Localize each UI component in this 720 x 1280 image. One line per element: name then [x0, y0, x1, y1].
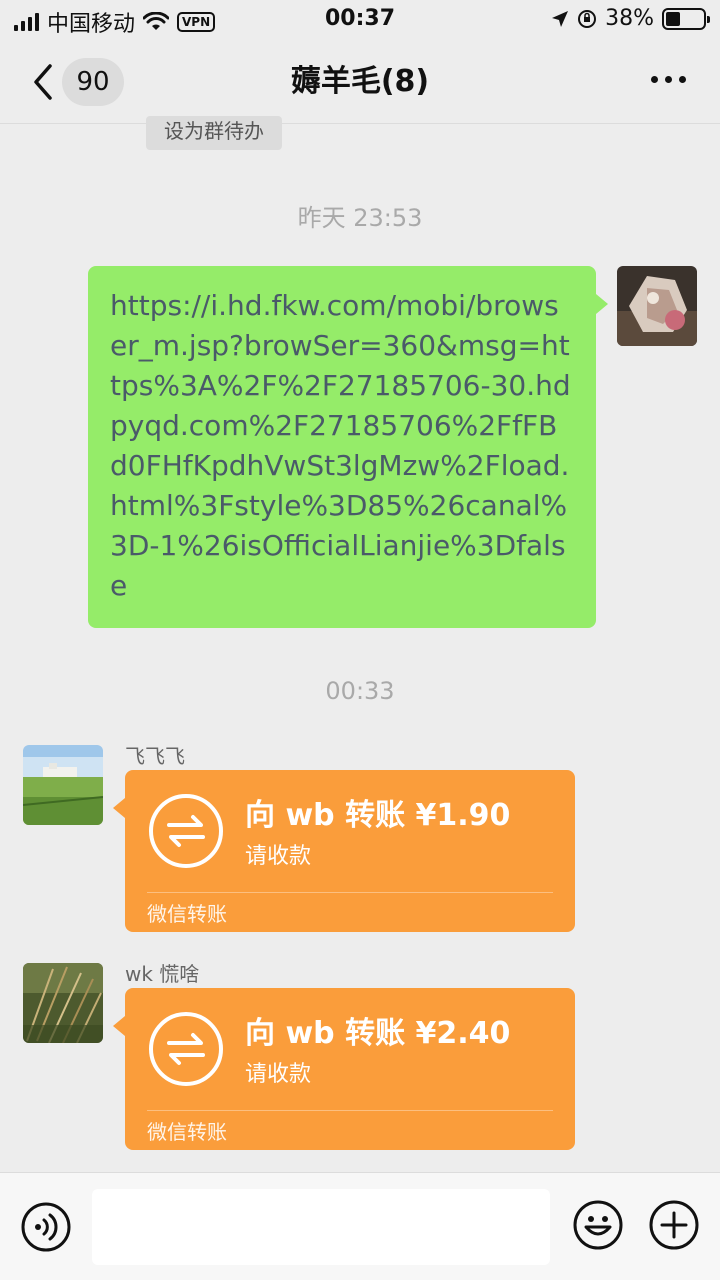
- divider: [147, 892, 553, 893]
- transfer-title: 向 wb 转账 ¥1.90: [245, 798, 511, 833]
- transfer-subtitle: 请收款: [245, 1062, 312, 1087]
- my-avatar[interactable]: [617, 266, 697, 346]
- transfer-footer: 微信转账: [147, 902, 227, 926]
- chat-header: 90 薅羊毛(8): [0, 40, 720, 124]
- rotation-lock-icon: [578, 9, 597, 28]
- back-chevron-icon[interactable]: [28, 62, 58, 102]
- transfer-title: 向 wb 转账 ¥2.40: [245, 1016, 511, 1051]
- set-group-todo-chip[interactable]: 设为群待办: [146, 116, 282, 150]
- transfer-arrows-icon: [149, 1012, 223, 1086]
- message-link-text[interactable]: https://i.hd.fkw.com/mobi/browser_m.jsp?…: [110, 286, 574, 606]
- transfer-footer: 微信转账: [147, 1120, 227, 1144]
- battery-icon: [662, 7, 710, 30]
- transfer-arrows-icon: [149, 794, 223, 868]
- sender-name: wk 慌啥: [125, 962, 200, 986]
- divider: [147, 1110, 553, 1111]
- chat-title: 薅羊毛(8): [290, 64, 430, 99]
- status-right: 38%: [551, 6, 710, 31]
- time-separator: 00:33: [325, 677, 395, 705]
- transfer-card[interactable]: 向 wb 转账 ¥2.40 请收款 微信转账: [113, 988, 575, 1150]
- time-separator: 昨天 23:53: [297, 204, 423, 232]
- transfer-card[interactable]: 向 wb 转账 ¥1.90 请收款 微信转账: [113, 770, 575, 932]
- more-options-icon[interactable]: [651, 76, 686, 83]
- sender-avatar[interactable]: [23, 963, 103, 1043]
- battery-fill: [666, 11, 680, 26]
- sender-name: 飞飞飞: [125, 744, 185, 768]
- unread-count-badge[interactable]: 90: [62, 58, 124, 106]
- outgoing-message-bubble[interactable]: https://i.hd.fkw.com/mobi/browser_m.jsp?…: [88, 266, 608, 628]
- plus-icon[interactable]: [648, 1199, 700, 1251]
- message-text-input[interactable]: [92, 1189, 550, 1265]
- emoji-icon[interactable]: [572, 1199, 624, 1251]
- battery-percent: 38%: [605, 6, 654, 31]
- voice-input-icon[interactable]: [20, 1201, 72, 1253]
- location-arrow-icon: [552, 10, 569, 27]
- transfer-subtitle: 请收款: [245, 844, 312, 869]
- sender-avatar[interactable]: [23, 745, 103, 825]
- message-input-bar: [0, 1172, 720, 1280]
- status-bar: 中国移动 VPN 00:37 38%: [0, 0, 720, 40]
